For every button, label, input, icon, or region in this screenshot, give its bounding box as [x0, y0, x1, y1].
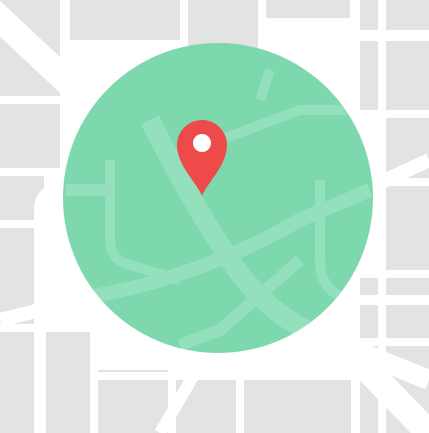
- map-canvas[interactable]: [0, 0, 429, 433]
- block: [386, 40, 429, 110]
- block: [244, 380, 352, 433]
- block: [360, 40, 378, 110]
- block: [0, 104, 60, 168]
- block: [360, 0, 378, 30]
- block: [266, 0, 350, 18]
- block: [188, 0, 258, 50]
- block: [386, 0, 429, 30]
- map-pin-hole: [193, 134, 211, 152]
- block: [360, 278, 429, 338]
- block: [70, 0, 180, 40]
- block: [386, 186, 429, 270]
- map-view[interactable]: [0, 0, 429, 433]
